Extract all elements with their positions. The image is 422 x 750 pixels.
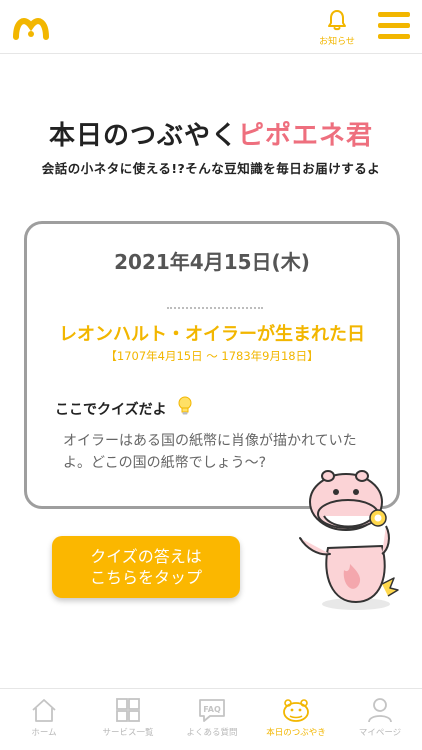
page-title-accent: ピポエネ君 [238,121,374,151]
tab-services[interactable]: サービス一覧 [86,697,170,738]
faq-icon: FAQ [199,699,225,722]
quiz-heading: ここでクイズだよ [55,402,167,418]
svg-text:FAQ: FAQ [203,705,221,714]
bottom-tab-bar: ホーム サービス一覧 FAQ よくある質問 本日のつぶやき マイページ [0,688,422,750]
card-date: 2021年4月15日(木) [114,250,310,274]
app-header: お知らせ [0,0,422,54]
home-icon [32,699,56,722]
dotted-divider [167,307,263,309]
page-subtitle: 会話の小ネタに使える!?そんな豆知識を毎日お届けするよ [41,161,381,176]
tab-home-label: ホーム [31,728,57,738]
quiz-answer-button[interactable]: クイズの答えは こちらをタップ [52,536,240,598]
notification-button[interactable]: お知らせ [315,8,359,50]
page-title-main: 本日のつぶやく [48,121,238,151]
answer-button-line1: クイズの答えは [90,547,202,566]
tab-mypage-label: マイページ [358,728,402,738]
tab-mypage[interactable]: マイページ [338,697,422,738]
tab-faq-label: よくある質問 [186,728,238,738]
page-title: 本日のつぶやくピポエネ君 [0,115,422,152]
answer-button-line2: こちらをタップ [89,568,202,587]
event-title: レオンハルト・オイラーが生まれた日 [59,324,365,345]
hamburger-menu-icon[interactable] [378,12,410,42]
hippo-mascot-icon [299,470,399,610]
app-logo-icon[interactable] [12,12,50,40]
tab-daily-tweet[interactable]: 本日のつぶやき [254,697,338,738]
user-icon [368,698,392,723]
notification-label: お知らせ [319,37,355,47]
hippo-icon [283,699,309,722]
tab-home[interactable]: ホーム [2,697,86,738]
bell-icon [328,10,346,31]
tab-faq[interactable]: FAQ よくある質問 [170,697,254,738]
lightbulb-icon [178,396,192,415]
grid-icon [116,698,140,722]
tab-services-label: サービス一覧 [102,728,154,738]
tab-daily-tweet-label: 本日のつぶやき [266,728,326,738]
event-lifespan: 【1707年4月15日 〜 1783年9月18日】 [105,349,319,363]
